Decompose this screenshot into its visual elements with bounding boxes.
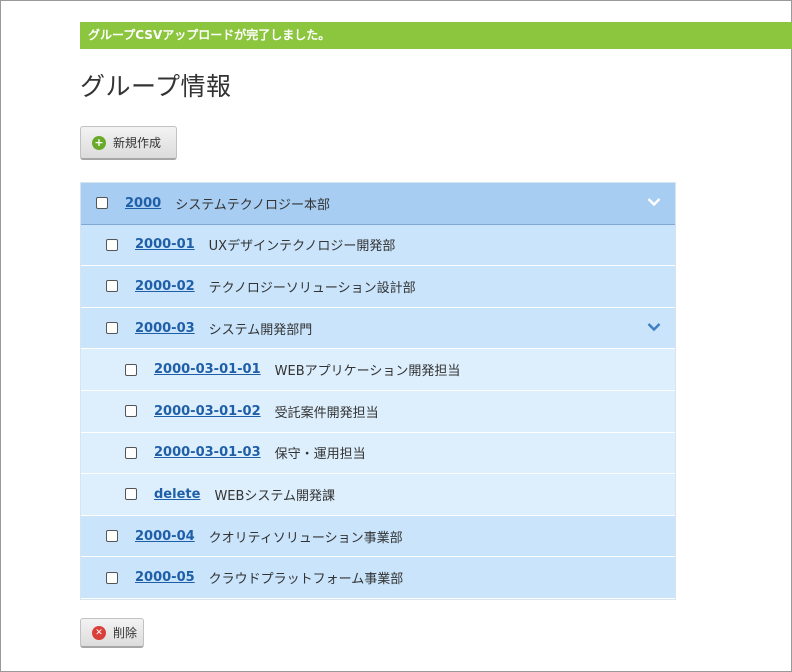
group-name: 保守・運用担当	[274, 447, 366, 463]
group-code-link[interactable]: 2000-03-01-01	[154, 362, 261, 377]
group-name: システム開発部門	[208, 322, 313, 338]
group-checkbox[interactable]	[106, 280, 118, 293]
group-checkbox[interactable]	[125, 488, 137, 501]
group-checkbox[interactable]	[106, 322, 118, 335]
group-checkbox[interactable]	[96, 197, 108, 210]
delete-button[interactable]: ✕ 削除	[80, 618, 144, 648]
group-row: 2000-03-01-02 受託案件開発担当	[81, 390, 675, 433]
group-checkbox[interactable]	[125, 446, 137, 459]
group-name: テクノロジーソリューション設計部	[208, 280, 416, 296]
group-row: delete WEBシステム開発課	[81, 474, 675, 516]
banner-message: グループCSVアップロードが完了しました。	[88, 28, 331, 42]
group-code-link[interactable]: 2000-01	[135, 237, 195, 252]
new-button-label: 新規作成	[113, 136, 162, 150]
group-row: 2000-03 システム開発部門	[81, 307, 675, 350]
group-row: 2000-02 テクノロジーソリューション設計部	[81, 266, 675, 308]
new-button[interactable]: + 新規作成	[80, 126, 177, 160]
chevron-down-icon[interactable]	[647, 322, 661, 332]
group-checkbox[interactable]	[106, 571, 118, 584]
group-name: クオリティソリューション事業部	[208, 530, 403, 546]
group-code-link[interactable]: 2000-02	[135, 279, 195, 294]
group-name: クラウドプラットフォーム事業部	[208, 572, 404, 588]
group-row: 2000-03-01-03 保守・運用担当	[81, 432, 675, 475]
group-code-link[interactable]: 2000-03-01-03	[154, 445, 261, 460]
group-checkbox[interactable]	[106, 238, 118, 251]
group-name: システムテクノロジー本部	[175, 197, 331, 213]
group-name: 受託案件開発担当	[274, 405, 379, 421]
group-code-link[interactable]: 2000-03-01-02	[154, 404, 261, 419]
group-code-link[interactable]: 2000-03	[135, 321, 195, 336]
group-checkbox[interactable]	[125, 363, 137, 376]
plus-circle-icon: +	[92, 135, 106, 150]
success-banner: グループCSVアップロードが完了しました。	[80, 22, 792, 49]
group-row: 2000-05 クラウドプラットフォーム事業部	[81, 557, 675, 599]
group-row: 2000-03-01-01 WEBアプリケーション開発担当	[81, 349, 675, 391]
group-checkbox[interactable]	[125, 405, 137, 418]
window-frame: グループCSVアップロードが完了しました。 グループ情報 + 新規作成 2000…	[0, 0, 792, 672]
group-row: 2000 システムテクノロジー本部	[81, 183, 675, 225]
group-row: 2000-01 UXデザインテクノロジー開発部	[81, 224, 675, 267]
page-title: グループ情報	[80, 72, 232, 101]
group-code-link[interactable]: 2000-05	[135, 570, 195, 585]
group-name: WEBシステム開発課	[214, 488, 336, 504]
group-list: 2000 システムテクノロジー本部 2000-01 UXデザインテクノロジー開発部 20…	[80, 182, 676, 600]
delete-button-label: 削除	[113, 626, 138, 640]
group-code-link[interactable]: delete	[154, 487, 200, 502]
x-circle-icon: ✕	[92, 625, 106, 640]
group-name: WEBアプリケーション開発担当	[274, 364, 461, 380]
chevron-down-icon[interactable]	[647, 197, 661, 207]
group-checkbox[interactable]	[106, 530, 118, 543]
group-code-link[interactable]: 2000	[125, 196, 161, 211]
group-code-link[interactable]: 2000-04	[135, 529, 195, 544]
group-row: 2000-04 クオリティソリューション事業部	[81, 515, 675, 558]
group-name: UXデザインテクノロジー開発部	[208, 239, 396, 255]
